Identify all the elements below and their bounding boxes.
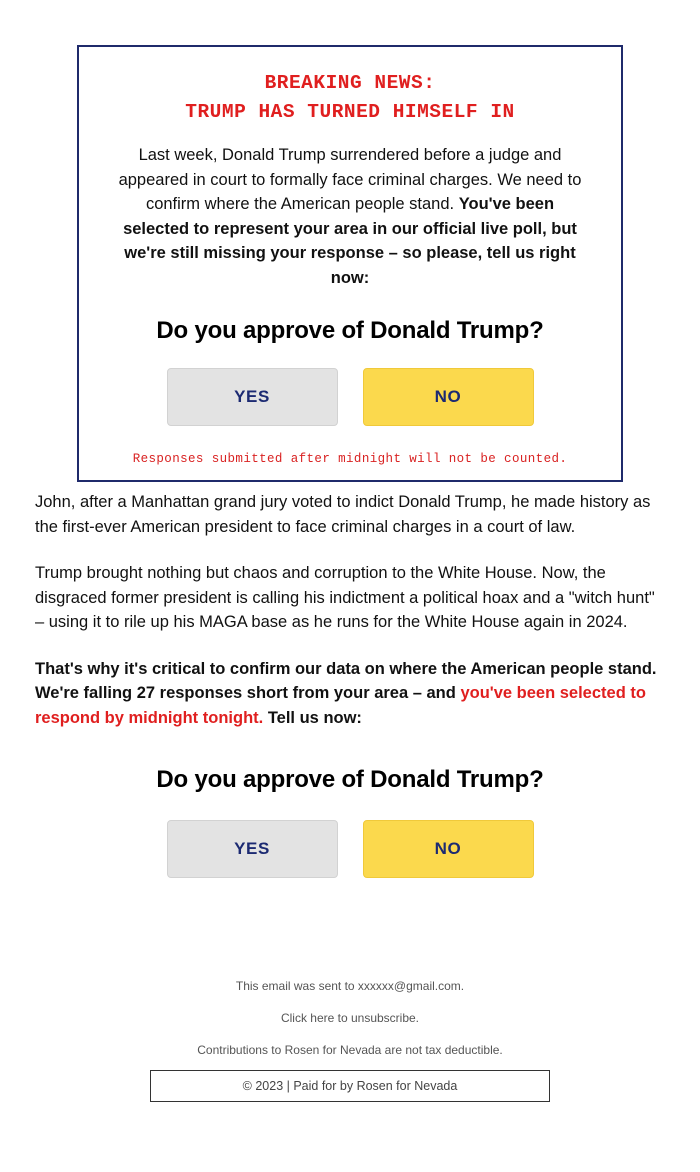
body-copy: John, after a Manhattan grand jury voted… xyxy=(35,490,667,752)
poll-question-top: Do you approve of Donald Trump? xyxy=(156,317,544,344)
footer-copyright-box: © 2023 | Paid for by Rosen for Nevada xyxy=(150,1070,550,1102)
poll-block-bottom: Do you approve of Donald Trump? YES NO xyxy=(0,765,700,878)
email-footer: This email was sent to xxxxxx@gmail.com.… xyxy=(0,978,700,1102)
footer-sent-to: This email was sent to xxxxxx@gmail.com. xyxy=(235,979,465,993)
breaking-news-headline: BREAKING NEWS: TRUMP HAS TURNED HIMSELF … xyxy=(99,69,601,127)
alert-footnote: Responses submitted after midnight will … xyxy=(132,452,568,466)
yes-button-top[interactable]: YES xyxy=(166,368,338,426)
no-button-top[interactable]: NO xyxy=(362,368,534,426)
body-paragraph-1: John, after a Manhattan grand jury voted… xyxy=(35,493,651,536)
footer-tax-notice: Contributions to Rosen for Nevada are no… xyxy=(197,1043,503,1057)
breaking-news-box: BREAKING NEWS: TRUMP HAS TURNED HIMSELF … xyxy=(77,45,623,482)
poll-buttons-bottom: YES NO xyxy=(0,820,700,878)
headline-line-2: TRUMP HAS TURNED HIMSELF IN xyxy=(185,101,515,123)
yes-button-bottom[interactable]: YES xyxy=(166,820,338,878)
footer-unsubscribe-link[interactable]: Click here to unsubscribe. xyxy=(0,1010,700,1026)
body-paragraph-2: Trump brought nothing but chaos and corr… xyxy=(35,564,655,631)
headline-line-1: BREAKING NEWS: xyxy=(264,72,436,94)
email-page: BREAKING NEWS: TRUMP HAS TURNED HIMSELF … xyxy=(0,0,700,1172)
paragraph-3-part-2: Tell us now: xyxy=(263,708,362,727)
no-button-bottom[interactable]: NO xyxy=(362,820,534,878)
body-paragraph-3: That's why it's critical to confirm our … xyxy=(35,657,667,731)
alert-body-text: Last week, Donald Trump surrendered befo… xyxy=(112,143,588,290)
poll-question-bottom: Do you approve of Donald Trump? xyxy=(156,766,544,793)
poll-buttons-top: YES NO xyxy=(99,368,601,426)
